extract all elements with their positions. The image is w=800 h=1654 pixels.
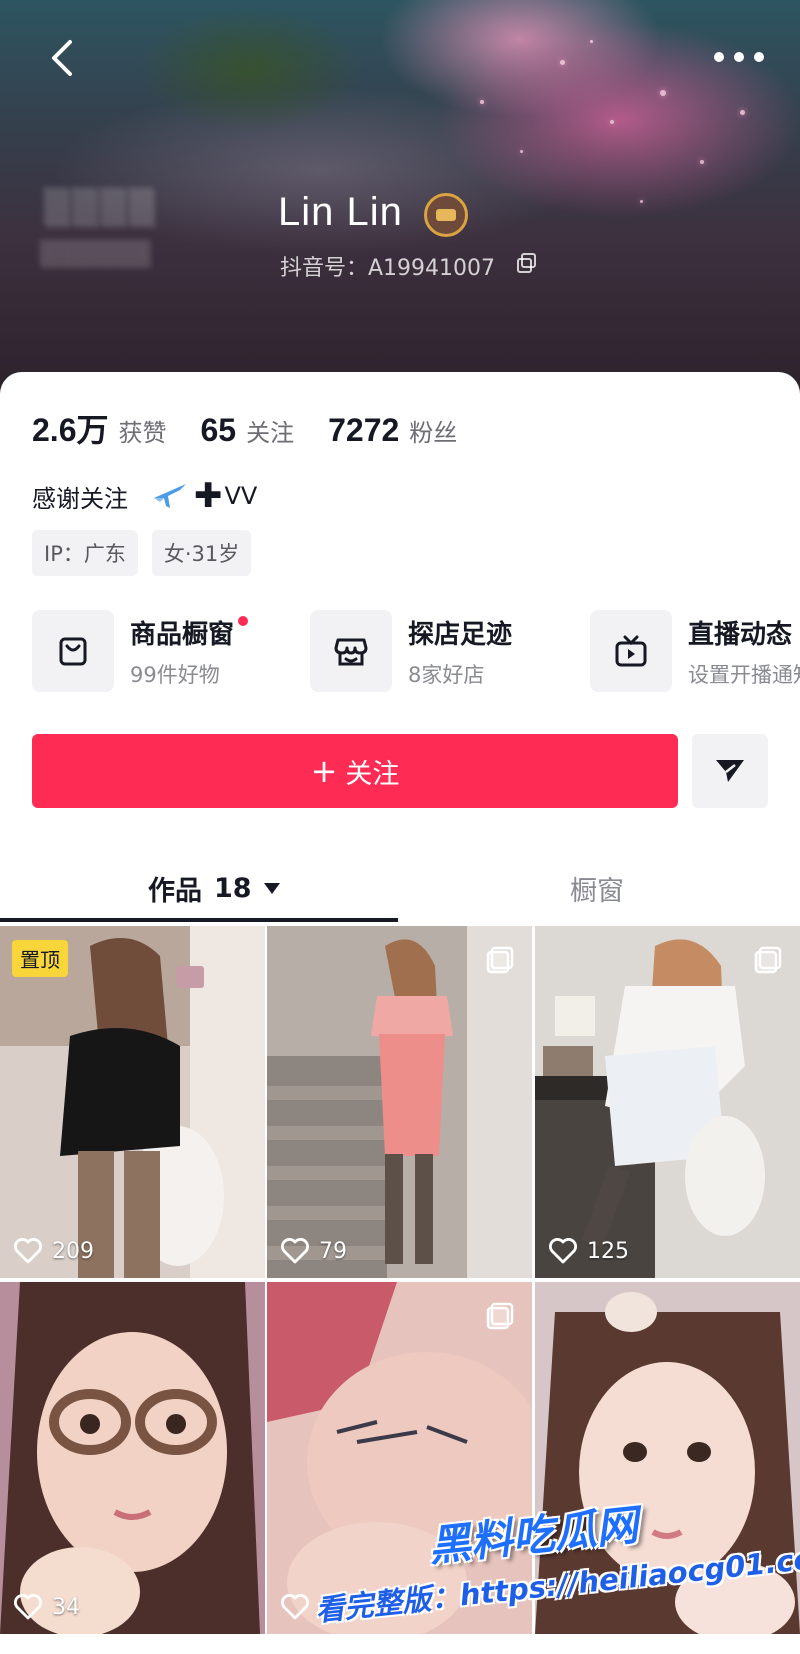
- stat-following-label: 关注: [246, 419, 295, 447]
- post-likes: 34: [14, 1594, 80, 1620]
- profile-username: Lin Lin: [278, 190, 403, 234]
- follow-label: 关注: [345, 758, 400, 790]
- douyin-id: 抖音号：A19941007: [280, 256, 496, 281]
- post-likes: [281, 1594, 319, 1620]
- stat-following-value: 65: [200, 412, 237, 448]
- shortcut-shop-title: 商品橱窗: [130, 619, 235, 650]
- profile-shortcuts: 商品橱窗 99件好物 探店足迹 8家好店 直播动态 设置开播通知: [32, 608, 800, 694]
- stat-followers-label: 粉丝: [409, 419, 458, 447]
- shopping-bag-icon: [32, 610, 114, 692]
- stat-likes-label: 获赞: [118, 419, 167, 447]
- shortcut-shop-subtitle: 99件好物: [130, 662, 220, 687]
- post-thumbnail[interactable]: 79: [267, 926, 532, 1278]
- tab-works-label: 作品: [148, 875, 202, 907]
- chevron-left-icon: [52, 40, 72, 76]
- shortcut-store-subtitle: 8家好店: [408, 662, 485, 687]
- back-button[interactable]: [42, 36, 82, 80]
- more-dot-icon: [734, 52, 744, 62]
- stat-followers[interactable]: 7272 粉丝: [328, 412, 457, 449]
- copy-icon[interactable]: [516, 252, 538, 274]
- caret-down-icon: [263, 882, 280, 894]
- posts-grid: 置顶 209 79 125 34: [0, 926, 800, 1654]
- notification-dot: [238, 615, 249, 626]
- more-options-button[interactable]: [714, 42, 764, 72]
- post-likes: 79: [281, 1238, 347, 1264]
- post-thumbnail[interactable]: 125: [535, 926, 800, 1278]
- post-likes-count: 34: [52, 1594, 80, 1620]
- post-image: [535, 926, 800, 1278]
- content-tabs: 作品 18 橱窗: [0, 856, 800, 920]
- verified-badge-icon[interactable]: [424, 193, 468, 237]
- shortcut-live-updates[interactable]: 直播动态 设置开播通知: [590, 608, 800, 694]
- tab-shop-window[interactable]: 橱窗: [570, 856, 624, 920]
- heart-icon: [281, 1238, 309, 1264]
- shortcut-store-visits[interactable]: 探店足迹 8家好店: [310, 608, 512, 694]
- multi-image-icon: [486, 1302, 514, 1330]
- message-button[interactable]: [692, 734, 768, 808]
- post-image: [0, 926, 265, 1278]
- bio-text: 感谢关注: [32, 484, 128, 513]
- tab-works-count: 18: [214, 872, 252, 904]
- post-thumbnail[interactable]: 置顶 209: [0, 926, 265, 1278]
- more-dot-icon: [714, 52, 724, 62]
- stat-likes-value: 2.6万: [32, 412, 109, 448]
- shortcut-shop-window[interactable]: 商品橱窗 99件好物: [32, 608, 249, 694]
- heart-icon: [549, 1238, 577, 1264]
- post-likes-count: 79: [319, 1238, 347, 1264]
- tab-window-label: 橱窗: [570, 875, 624, 907]
- follow-button[interactable]: + 关注: [32, 734, 678, 808]
- blurred-cover-id: ▒▒▒▒▒▒: [40, 240, 151, 268]
- tag-gender-age: 女·31岁: [151, 530, 252, 576]
- stat-followers-value: 7272: [328, 412, 400, 448]
- pinned-badge: 置顶: [12, 940, 68, 977]
- tab-works[interactable]: 作品 18: [148, 856, 280, 920]
- heart-icon: [14, 1238, 42, 1264]
- post-likes: 125: [549, 1238, 629, 1264]
- stat-following[interactable]: 65 关注: [201, 412, 295, 449]
- shortcut-live-subtitle: 设置开播通知: [688, 662, 800, 687]
- profile-stats: 2.6万 获赞 65 关注 7272 粉丝: [32, 405, 491, 451]
- bio-plus: ✚: [194, 476, 223, 516]
- multi-image-icon: [486, 946, 514, 974]
- bio-tail: VV: [224, 482, 258, 510]
- tv-icon: [590, 610, 672, 692]
- follow-plus: +: [310, 752, 338, 790]
- airplane-icon: [154, 484, 186, 508]
- store-icon: [310, 610, 392, 692]
- multi-image-icon: [754, 946, 782, 974]
- post-likes-count: 125: [587, 1238, 629, 1264]
- tab-active-indicator: [0, 918, 398, 922]
- tag-ip-location: IP：广东: [32, 530, 138, 576]
- post-likes: 209: [14, 1238, 94, 1264]
- shortcut-live-title: 直播动态: [688, 619, 793, 650]
- blurred-cover-text: ▒▒▒▒: [44, 188, 157, 228]
- post-image: [0, 1282, 265, 1634]
- send-icon: [716, 760, 744, 782]
- heart-icon: [281, 1594, 309, 1620]
- shortcut-store-title: 探店足迹: [408, 619, 513, 650]
- stat-likes[interactable]: 2.6万 获赞: [32, 405, 167, 451]
- profile-bio: 感谢关注 ✚ VV: [32, 476, 257, 516]
- post-likes-count: 209: [52, 1238, 94, 1264]
- post-thumbnail[interactable]: 34: [0, 1282, 265, 1634]
- profile-tags: IP：广东 女·31岁: [32, 530, 265, 576]
- post-image: [267, 926, 532, 1278]
- heart-icon: [14, 1594, 42, 1620]
- more-dot-icon: [754, 52, 764, 62]
